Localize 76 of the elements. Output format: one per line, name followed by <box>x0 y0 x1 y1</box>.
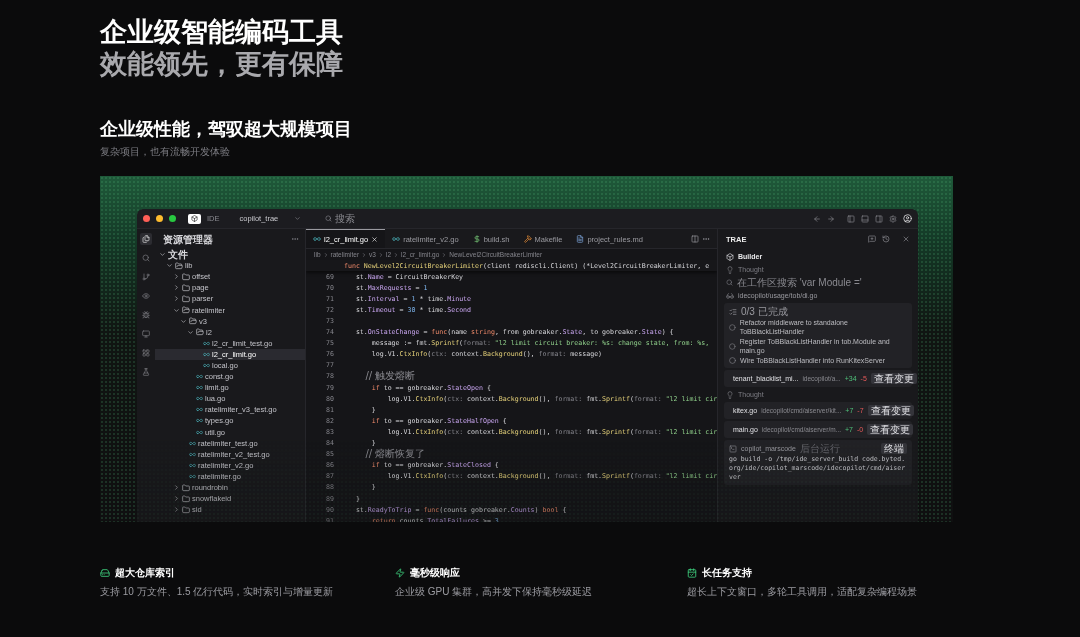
close-dot[interactable] <box>143 215 150 222</box>
close-icon[interactable] <box>902 235 910 243</box>
split-editor-icon[interactable] <box>691 235 699 243</box>
folder-icon <box>182 483 190 492</box>
hero-subtitle: 效能领先，更有保障 <box>100 48 344 80</box>
explorer-title: 资源管理器 <box>163 233 213 245</box>
files-icon[interactable] <box>140 233 152 245</box>
left-panel-icon[interactable] <box>847 214 855 223</box>
lightning-icon <box>395 568 405 578</box>
view-changes-button[interactable]: 查看变更 <box>867 405 914 416</box>
feature-text: 支持 10 万文件、1.5 亿行代码，实时索引与增量更新 <box>100 585 335 599</box>
agent-icon <box>726 252 734 261</box>
view-changes-button[interactable]: 查看变更 <box>867 424 914 435</box>
settings-icon[interactable] <box>889 214 897 223</box>
infinity-icon <box>313 235 321 243</box>
code-line: // 触发熔断 <box>364 369 416 384</box>
maximize-dot[interactable] <box>169 215 176 222</box>
right-panel-icon[interactable] <box>875 214 883 223</box>
feature-text: 企业级 GPU 集群，高并发下保持毫秒级延迟 <box>395 585 594 599</box>
bug-icon[interactable] <box>140 309 152 321</box>
infinity-icon <box>392 235 401 243</box>
feature-title: 毫秒级响应 <box>410 566 460 580</box>
chevron-right-icon <box>393 251 399 258</box>
view-changes-button[interactable]: 查看变更 <box>870 373 917 384</box>
code-line: // 熔断恢复了 <box>364 447 426 462</box>
glasses-icon <box>726 291 734 300</box>
search-icon[interactable] <box>140 252 152 264</box>
folder-icon <box>182 494 190 503</box>
chevron-right-icon <box>322 251 329 258</box>
feature-title: 超大仓库索引 <box>115 566 175 580</box>
terminal-icon <box>729 444 737 453</box>
account-icon[interactable] <box>903 214 912 223</box>
dollar-icon <box>472 235 481 243</box>
minimize-dot[interactable] <box>156 215 163 222</box>
folder-icon <box>182 272 190 281</box>
more-icon[interactable] <box>291 235 299 243</box>
folder-icon <box>182 294 190 303</box>
search-field[interactable]: 搜索 <box>325 213 356 224</box>
feature-title: 长任务支持 <box>702 566 752 580</box>
mode-icon[interactable] <box>188 213 201 224</box>
document-icon <box>576 235 585 243</box>
bottom-panel-icon[interactable] <box>861 214 869 223</box>
drive-icon <box>100 568 110 578</box>
task-summary: 0/3 已完成 <box>741 306 788 317</box>
back-icon[interactable] <box>813 214 821 223</box>
search-icon <box>726 279 733 286</box>
forward-icon[interactable] <box>827 214 835 223</box>
flask-icon[interactable] <box>140 366 152 378</box>
hero-title: 企业级智能编码工具 <box>100 16 344 48</box>
calendar-check-icon <box>687 568 697 578</box>
close-icon[interactable] <box>371 235 379 243</box>
checklist-icon <box>729 307 737 316</box>
lightbulb-icon <box>726 390 734 399</box>
grid-icon[interactable] <box>140 347 152 359</box>
search-step: 在工作区搜索 'var Module =' <box>737 277 862 288</box>
terminal-button[interactable]: 终端 <box>881 443 907 454</box>
chevron-right-icon <box>441 251 448 258</box>
monitor-icon[interactable] <box>140 328 152 340</box>
chevron-down-icon <box>294 215 302 222</box>
history-icon[interactable] <box>882 235 890 243</box>
chevron-right-icon <box>377 251 384 258</box>
section-subtitle: 复杂项目，也有流畅开发体验 <box>100 145 231 158</box>
branch-icon[interactable] <box>140 271 152 283</box>
lightbulb-icon <box>726 265 734 274</box>
section-title: 企业级性能，驾驭超大规模项目 <box>100 118 353 140</box>
tree-item[interactable]: 文件 <box>155 249 305 261</box>
more-icon[interactable] <box>702 235 710 243</box>
new-chat-icon[interactable] <box>868 235 876 243</box>
search-icon <box>325 215 333 222</box>
folder-icon <box>182 283 190 292</box>
folder-icon <box>182 505 190 514</box>
chevron-right-icon <box>361 251 368 258</box>
feature-text: 超长上下文窗口，多轮工具调用，适配复杂编程场景 <box>687 585 918 599</box>
eye-icon[interactable] <box>140 290 152 302</box>
open-folder-icon <box>175 261 183 270</box>
hammer-icon <box>523 235 532 243</box>
